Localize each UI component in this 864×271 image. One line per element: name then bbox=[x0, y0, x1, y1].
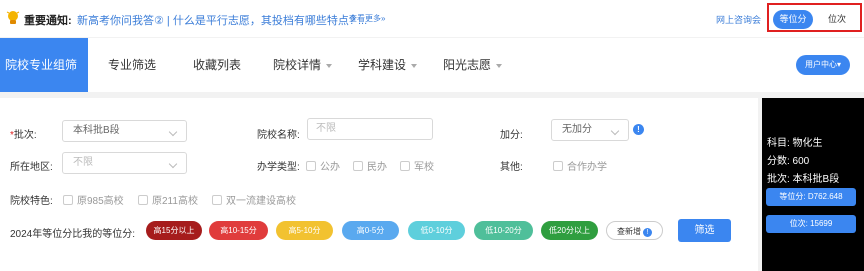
tab-school-details[interactable]: 院校详情 bbox=[273, 38, 333, 92]
checkbox-box bbox=[553, 161, 563, 171]
chevron-down-icon bbox=[168, 127, 178, 137]
notice-bar: 重要通知: 新高考你问我答② | 什么是平行志愿，其投档有哪些特点? ... 查… bbox=[0, 0, 864, 37]
checkbox-211-label: 原211高校 bbox=[152, 196, 198, 207]
chevron-down-icon bbox=[326, 63, 333, 68]
tab-school-major-group-filter[interactable]: 院校专业组筛选 bbox=[0, 38, 88, 126]
rank-pill-0-5[interactable]: 高0-5分 bbox=[342, 221, 399, 240]
checkbox-211[interactable]: 原211高校 bbox=[138, 192, 198, 207]
check-new-button[interactable]: 查新增! bbox=[606, 221, 663, 240]
school-name-input[interactable]: 不限 bbox=[307, 118, 433, 140]
region-select[interactable]: 不限 bbox=[62, 152, 187, 174]
checkbox-double-first-class-label: 双一流建设高校 bbox=[226, 196, 296, 207]
tab-major-filter[interactable]: 专业筛选 bbox=[108, 38, 156, 92]
checkbox-public-label: 公办 bbox=[320, 162, 340, 173]
toggle-position-button[interactable]: 位次 bbox=[817, 10, 857, 29]
card-batch: 批次: 本科批B段 bbox=[767, 174, 840, 185]
checkbox-cooperative[interactable]: 合作办学 bbox=[553, 158, 607, 173]
checkbox-public[interactable]: 公办 bbox=[306, 158, 340, 173]
check-new-label: 查新增 bbox=[617, 227, 641, 236]
card-position-button[interactable]: 位次: 15699 bbox=[766, 215, 856, 233]
tab-school-details-label: 院校详情 bbox=[273, 58, 322, 72]
tab-sunshine-volunteer[interactable]: 阳光志愿 bbox=[443, 38, 503, 92]
bonus-select[interactable]: 无加分 bbox=[551, 119, 629, 141]
card-rank-score-button[interactable]: 等位分: D762.648 bbox=[766, 188, 856, 206]
checkbox-military-label: 军校 bbox=[414, 162, 434, 173]
checkbox-985[interactable]: 原985高校 bbox=[63, 192, 124, 207]
toggle-rank-score-button[interactable]: 等位分 bbox=[773, 10, 813, 29]
card-score: 分数: 600 bbox=[767, 156, 810, 167]
region-label: 所在地区: bbox=[10, 162, 53, 173]
info-icon: ! bbox=[643, 228, 652, 237]
lightbulb-icon bbox=[6, 11, 20, 24]
chevron-down-icon bbox=[411, 63, 418, 68]
bonus-select-value: 无加分 bbox=[562, 124, 592, 135]
batch-label-text: 批次: bbox=[13, 130, 37, 141]
checkbox-box bbox=[63, 195, 73, 205]
other-label: 其他: bbox=[500, 162, 523, 173]
tab-discipline[interactable]: 学科建设 bbox=[358, 38, 418, 92]
checkbox-box bbox=[138, 195, 148, 205]
rank-pill-5-10[interactable]: 高5-10分 bbox=[276, 221, 333, 240]
rank-pill-10-15[interactable]: 高10-15分 bbox=[209, 221, 268, 240]
rank-pill-low-0-10[interactable]: 低0-10分 bbox=[408, 221, 465, 240]
region-select-value: 不限 bbox=[73, 157, 93, 168]
rank-compare-label: 2024年等位分比我的等位分: bbox=[10, 229, 136, 240]
batch-label: *批次: bbox=[10, 126, 37, 141]
tab-discipline-label: 学科建设 bbox=[358, 58, 407, 72]
checkbox-box bbox=[212, 195, 222, 205]
notice-more-link[interactable]: 查看更多» bbox=[349, 13, 385, 24]
user-center-button[interactable]: 用户中心▾ bbox=[796, 55, 850, 75]
school-name-label: 院校名称: bbox=[257, 130, 300, 141]
checkbox-box bbox=[353, 161, 363, 171]
batch-select-value: 本科批B段 bbox=[73, 125, 120, 136]
rank-pill-above-15[interactable]: 高15分以上 bbox=[146, 221, 202, 240]
info-icon[interactable]: ! bbox=[633, 124, 644, 135]
rank-pill-low-20-plus[interactable]: 低20分以上 bbox=[541, 221, 598, 240]
checkbox-double-first-class[interactable]: 双一流建设高校 bbox=[212, 192, 296, 207]
online-consult-link[interactable]: 网上咨询会 bbox=[716, 13, 761, 26]
rank-mode-toggle: 等位分 位次 bbox=[767, 3, 862, 32]
checkbox-box bbox=[400, 161, 410, 171]
checkbox-cooperative-label: 合作办学 bbox=[567, 162, 607, 173]
main-nav: 院校专业组筛选 专业筛选 收藏列表 院校详情 学科建设 阳光志愿 用户中心▾ bbox=[0, 38, 864, 126]
school-type-label: 办学类型: bbox=[257, 162, 300, 173]
card-subject: 科目: 物化生 bbox=[767, 138, 823, 149]
checkbox-box bbox=[306, 161, 316, 171]
bonus-label: 加分: bbox=[500, 130, 523, 141]
notice-link[interactable]: 新高考你问我答② | 什么是平行志愿，其投档有哪些特点? ... bbox=[77, 12, 367, 28]
rank-pill-low-10-20[interactable]: 低10-20分 bbox=[474, 221, 533, 240]
checkbox-private[interactable]: 民办 bbox=[353, 158, 387, 173]
tab-sunshine-label: 阳光志愿 bbox=[443, 58, 492, 72]
batch-select[interactable]: 本科批B段 bbox=[62, 120, 187, 142]
checkbox-985-label: 原985高校 bbox=[77, 196, 124, 207]
score-summary-card: 科目: 物化生 分数: 600 批次: 本科批B段 等位分: D762.648 … bbox=[762, 98, 864, 271]
filter-button[interactable]: 筛选 bbox=[678, 219, 731, 242]
checkbox-military[interactable]: 军校 bbox=[400, 158, 434, 173]
tab-favorites[interactable]: 收藏列表 bbox=[193, 38, 241, 92]
feature-label: 院校特色: bbox=[10, 196, 53, 207]
checkbox-private-label: 民办 bbox=[367, 162, 387, 173]
notice-label: 重要通知: bbox=[24, 15, 72, 27]
filter-panel: *批次: 本科批B段 院校名称: 不限 加分: 无加分 ! 所在地区: 不限 办… bbox=[0, 98, 758, 271]
chevron-down-icon bbox=[610, 126, 620, 136]
chevron-down-icon bbox=[496, 63, 503, 68]
chevron-down-icon bbox=[168, 159, 178, 169]
